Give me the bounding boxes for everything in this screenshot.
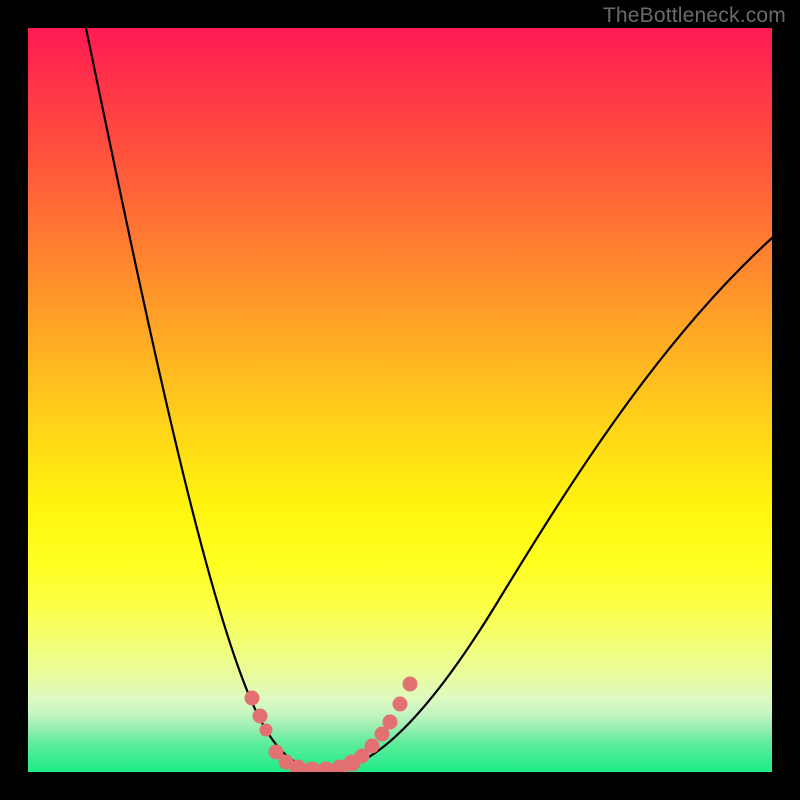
data-marker [403, 677, 417, 691]
bottleneck-curve-right [324, 238, 772, 771]
chart-frame: TheBottleneck.com [0, 0, 800, 800]
data-marker [253, 709, 267, 723]
marker-group [245, 677, 417, 772]
data-marker [375, 727, 389, 741]
data-marker [393, 697, 407, 711]
data-marker [245, 691, 259, 705]
plot-area [28, 28, 772, 772]
watermark-text: TheBottleneck.com [603, 4, 786, 28]
data-marker [365, 739, 379, 753]
data-marker [260, 724, 272, 736]
bottleneck-curve-left [86, 28, 324, 771]
curve-layer [28, 28, 772, 772]
data-marker [383, 715, 397, 729]
